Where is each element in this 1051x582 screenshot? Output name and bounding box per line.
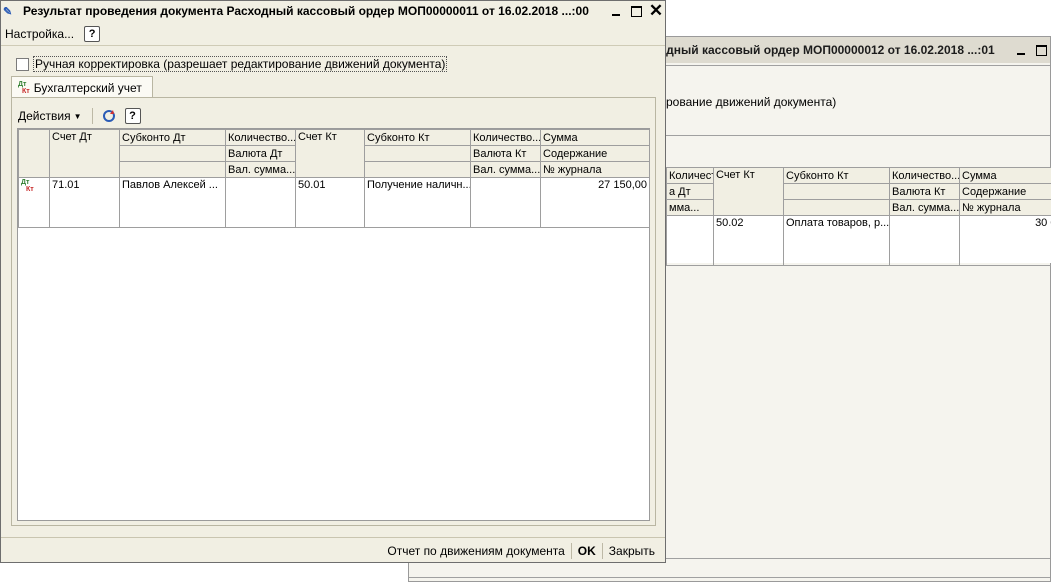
- maximize-icon[interactable]: [1032, 41, 1050, 59]
- cell-subkonto-dt: Павлов Алексей ...: [119, 177, 226, 228]
- settings-menu[interactable]: Настройка...: [1, 27, 78, 41]
- column-header-schet-dt[interactable]: Счет Дт: [49, 129, 120, 178]
- column-header-kolichestvo-kt[interactable]: Количество...: [470, 129, 541, 146]
- minimize-icon[interactable]: [607, 2, 625, 20]
- column-header: Содержание: [959, 183, 1051, 200]
- movements-report-button[interactable]: Отчет по движениям документа: [383, 544, 568, 558]
- column-header-val-summa-dt[interactable]: Вал. сумма...: [225, 161, 296, 178]
- window-title: Результат проведения документа Расходный…: [23, 4, 589, 18]
- cell-subkonto-kt: Оплата товаров, р...: [783, 215, 890, 266]
- close-icon[interactable]: ✕: [647, 2, 665, 20]
- window-titlebar[interactable]: ✎ Результат проведения документа Расходн…: [1, 1, 665, 21]
- document-icon: ✎: [3, 5, 13, 18]
- column-header: Количество...: [889, 167, 960, 184]
- cell-schet-kt: 50.01: [295, 177, 365, 228]
- column-header-val-summa-kt[interactable]: Вал. сумма...: [470, 161, 541, 178]
- column-header-valuta-dt[interactable]: Валюта Дт: [225, 145, 296, 162]
- column-header-kolichestvo-dt[interactable]: Количество...: [225, 129, 296, 146]
- dt-kt-icon: Дт Кт: [18, 80, 30, 95]
- posting-result-window: ✎ Результат проведения документа Расходн…: [0, 0, 666, 563]
- column-header-subkonto-dt[interactable]: Субконто Дт: [119, 129, 226, 146]
- table-row[interactable]: Дт Кт 71.01 Павлов Алексей ... 50.01 Пол…: [18, 177, 650, 228]
- background-checkbox-label: рование движений документа): [666, 95, 837, 109]
- close-button[interactable]: Закрыть: [605, 544, 659, 558]
- help-button[interactable]: ?: [84, 26, 101, 42]
- column-header: Сумма: [959, 167, 1051, 184]
- tab-label: Бухгалтерский учет: [33, 80, 142, 95]
- column-header-soderzhanie[interactable]: Содержание: [540, 145, 650, 162]
- grid-help-button[interactable]: ?: [124, 108, 141, 124]
- cell-schet-dt: 71.01: [49, 177, 120, 228]
- bottom-button-bar: Отчет по движениям документа OK Закрыть: [1, 537, 665, 563]
- cell-subkonto-kt: Получение наличн...: [364, 177, 471, 228]
- grid-toolbar: Действия ▼ ?: [18, 106, 141, 126]
- manual-correction-label[interactable]: Ручная корректировка (разрешает редактир…: [33, 56, 448, 72]
- column-header-schet-kt[interactable]: Счет Кт: [295, 129, 365, 178]
- menu-bar: Настройка... ?: [1, 23, 665, 46]
- column-header-nomer-zhurnala[interactable]: № журнала: [540, 161, 650, 178]
- column-header-subkonto-kt[interactable]: Субконто Кт: [364, 129, 471, 146]
- cell-summa: 30 000,00: [959, 215, 1051, 266]
- tab-accounting[interactable]: Дт Кт Бухгалтерский учет: [11, 76, 153, 98]
- movements-grid[interactable]: Счет Дт Субконто Дт Количество... Счет К…: [17, 128, 650, 521]
- column-header: Счет Кт: [713, 167, 784, 216]
- dt-kt-icon: Дт Кт: [18, 177, 50, 228]
- table-row[interactable]: 50.02 Оплата товаров, р... 30 000,00: [666, 215, 1051, 266]
- ok-button[interactable]: OK: [574, 544, 600, 558]
- maximize-icon[interactable]: [627, 2, 645, 20]
- checkbox-box[interactable]: [16, 57, 29, 71]
- minimize-icon[interactable]: [1012, 41, 1030, 59]
- background-grid: Количество... Счет Кт Субконто Кт Количе…: [666, 167, 1051, 266]
- manual-correction-checkbox[interactable]: Ручная корректировка (разрешает редактир…: [16, 56, 448, 72]
- column-header-summa[interactable]: Сумма: [540, 129, 650, 146]
- column-header: Субконто Кт: [783, 167, 890, 184]
- refresh-icon[interactable]: [101, 108, 117, 124]
- column-header: № журнала: [959, 199, 1051, 216]
- column-header: а Дт: [666, 183, 714, 200]
- cell-schet-kt: 50.02: [713, 215, 784, 266]
- column-header: Количество...: [666, 167, 714, 184]
- column-header-valuta-kt[interactable]: Валюта Кт: [470, 145, 541, 162]
- column-header: мма...: [666, 199, 714, 216]
- chevron-down-icon: ▼: [73, 111, 82, 121]
- cell-summa: 27 150,00: [540, 177, 650, 228]
- accounting-tab-panel: Действия ▼ ? Счет Дт Субконто Дт Количес…: [11, 97, 656, 526]
- actions-dropdown[interactable]: Действия ▼: [18, 109, 82, 123]
- column-header: Валюта Кт: [889, 183, 960, 200]
- column-header: Вал. сумма...: [889, 199, 960, 216]
